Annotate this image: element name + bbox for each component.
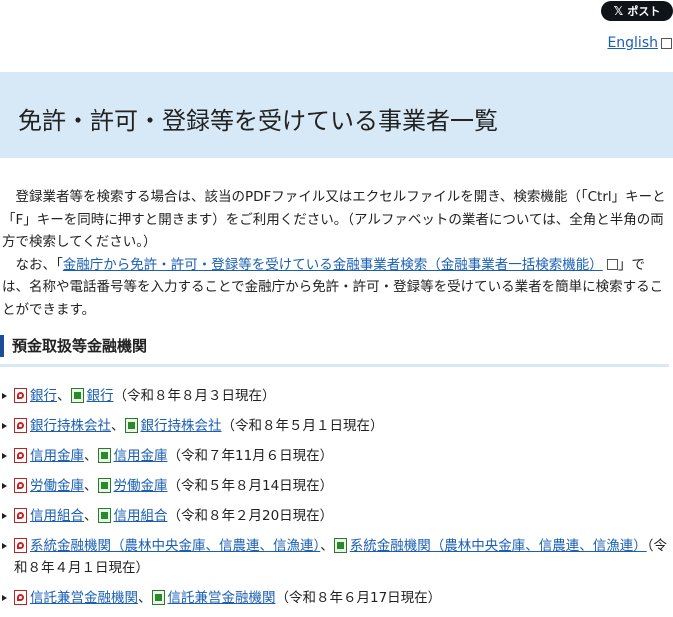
external-link-icon	[607, 259, 619, 270]
excel-link[interactable]: 信託兼営金融機関	[168, 590, 276, 606]
pdf-link[interactable]: 銀行持株会社	[30, 418, 111, 434]
separator: 、	[320, 538, 334, 554]
english-link[interactable]: English	[607, 35, 658, 51]
separator: 、	[111, 418, 125, 434]
excel-link[interactable]: 銀行	[87, 388, 114, 404]
section-heading: 預金取扱等金融機関	[0, 334, 669, 367]
as-of-date: （令和８年６月17日現在）	[275, 590, 442, 606]
pdf-link[interactable]: 信用金庫	[30, 448, 84, 464]
pdf-icon	[14, 590, 27, 605]
external-link-icon	[661, 37, 672, 49]
section-title: 預金取扱等金融機関	[12, 337, 148, 355]
institution-list: 銀行、 銀行（令和８年８月３日現在） 銀行持株会社、 銀行持株会社（令和８年５月１日現…	[0, 385, 673, 617]
intro-p2-prefix: なお、「	[15, 256, 63, 273]
x-logo-icon: 𝕏	[613, 4, 624, 18]
excel-icon	[70, 388, 84, 403]
separator: 、	[57, 388, 71, 404]
intro-text: 登録業者等を検索する場合は、該当のPDFファイル又はエクセルファイルを開き、検索…	[2, 186, 671, 321]
post-button-label: ポスト	[627, 5, 661, 18]
title-band: 免許・許可・登録等を受けている事業者一覧	[0, 72, 673, 158]
as-of-date: （令和７年11月６日現在）	[167, 448, 334, 464]
as-of-date: （令和８年２月20日現在）	[167, 508, 334, 524]
excel-icon	[124, 418, 138, 433]
separator: 、	[84, 448, 98, 464]
as-of-date: （令和８年５月１日現在）	[221, 418, 384, 434]
pdf-icon	[14, 508, 27, 523]
excel-icon	[97, 448, 111, 463]
x-post-button[interactable]: 𝕏 ポスト	[601, 1, 673, 21]
excel-link[interactable]: 信用組合	[114, 508, 168, 524]
pdf-link[interactable]: 系統金融機関（農林中央金庫、信農連、信漁連）	[30, 538, 320, 554]
pdf-link[interactable]: 信用組合	[30, 508, 84, 524]
as-of-date: （令和５年８月14日現在）	[167, 478, 334, 494]
separator: 、	[84, 508, 98, 524]
bulk-search-link[interactable]: 金融庁から免許・許可・登録等を受けている金融事業者検索（金融事業者一括検索機能）	[63, 257, 603, 273]
pdf-link[interactable]: 銀行	[30, 388, 57, 404]
excel-link[interactable]: 労働金庫	[114, 478, 168, 494]
pdf-icon	[14, 448, 27, 463]
language-switch: English	[607, 35, 672, 51]
list-item: 労働金庫、 労働金庫（令和５年８月14日現在）	[0, 475, 673, 497]
excel-icon	[333, 538, 347, 553]
pdf-icon	[14, 418, 27, 433]
pdf-icon	[14, 538, 27, 553]
pdf-icon	[14, 388, 27, 403]
pdf-link[interactable]: 労働金庫	[30, 478, 84, 494]
separator: 、	[84, 478, 98, 494]
excel-icon	[97, 478, 111, 493]
intro-paragraph-2: なお、「金融庁から免許・許可・登録等を受けている金融事業者検索（金融事業者一括検…	[2, 254, 671, 322]
section-bar	[0, 335, 4, 357]
pdf-link[interactable]: 信託兼営金融機関	[30, 590, 138, 606]
separator: 、	[138, 590, 152, 606]
list-item: 銀行持株会社、 銀行持株会社（令和８年５月１日現在）	[0, 415, 673, 437]
list-item: 系統金融機関（農林中央金庫、信農連、信漁連）、 系統金融機関（農林中央金庫、信農連…	[0, 535, 673, 579]
excel-link[interactable]: 銀行持株会社	[141, 418, 222, 434]
list-item: 銀行、 銀行（令和８年８月３日現在）	[0, 385, 673, 407]
intro-paragraph-1: 登録業者等を検索する場合は、該当のPDFファイル又はエクセルファイルを開き、検索…	[2, 189, 666, 250]
excel-link[interactable]: 系統金融機関（農林中央金庫、信農連、信漁連）	[350, 538, 647, 554]
list-item: 信用金庫、 信用金庫（令和７年11月６日現在）	[0, 445, 673, 467]
excel-icon	[151, 590, 165, 605]
excel-link[interactable]: 信用金庫	[114, 448, 168, 464]
as-of-date: （令和８年８月３日現在）	[113, 388, 276, 404]
list-item: 信託兼営金融機関、 信託兼営金融機関（令和８年６月17日現在）	[0, 587, 673, 609]
list-item: 信用組合、 信用組合（令和８年２月20日現在）	[0, 505, 673, 527]
pdf-icon	[14, 478, 27, 493]
excel-icon	[97, 508, 111, 523]
page-title: 免許・許可・登録等を受けている事業者一覧	[18, 107, 498, 135]
